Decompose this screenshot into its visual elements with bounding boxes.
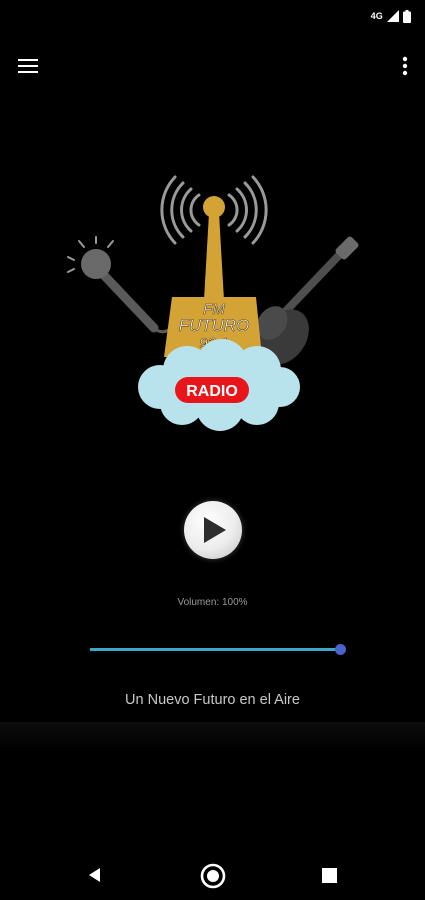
volume-slider-fill [90, 648, 340, 651]
status-bar: 4G [0, 0, 425, 32]
hamburger-menu-icon [18, 59, 38, 73]
nav-home-button[interactable] [199, 862, 227, 890]
recents-icon [322, 868, 337, 883]
network-type-label: 4G [370, 11, 383, 21]
volume-slider[interactable] [90, 640, 346, 660]
volume-slider-thumb[interactable] [335, 644, 346, 655]
station-tagline: Un Nuevo Futuro en el Aire [125, 692, 300, 708]
more-vertical-icon [402, 56, 408, 76]
signal-icon [387, 10, 399, 22]
bottom-fade [0, 722, 425, 750]
battery-icon [403, 9, 411, 23]
volume-label: Volumen: 100% [177, 597, 248, 608]
logo-line-name: FUTURO [179, 316, 250, 335]
radio-badge-label: RADIO [186, 383, 238, 400]
play-button[interactable] [184, 501, 242, 559]
station-logo: FM FUTURO 92.1 RADIO [62, 165, 362, 440]
microphone-icon [67, 236, 171, 334]
nav-back-button[interactable] [86, 866, 104, 884]
station-logo-art: FM FUTURO 92.1 RADIO [67, 175, 359, 431]
app-bar [0, 40, 425, 90]
home-icon [200, 863, 226, 889]
back-icon [89, 868, 100, 882]
nav-recents-button[interactable] [322, 868, 337, 883]
system-nav-bar [0, 850, 425, 900]
antenna-icon [203, 196, 225, 300]
overflow-menu-button[interactable] [397, 53, 413, 79]
status-icons: 4G [371, 9, 411, 23]
menu-button[interactable] [16, 53, 42, 79]
play-icon [204, 517, 226, 543]
